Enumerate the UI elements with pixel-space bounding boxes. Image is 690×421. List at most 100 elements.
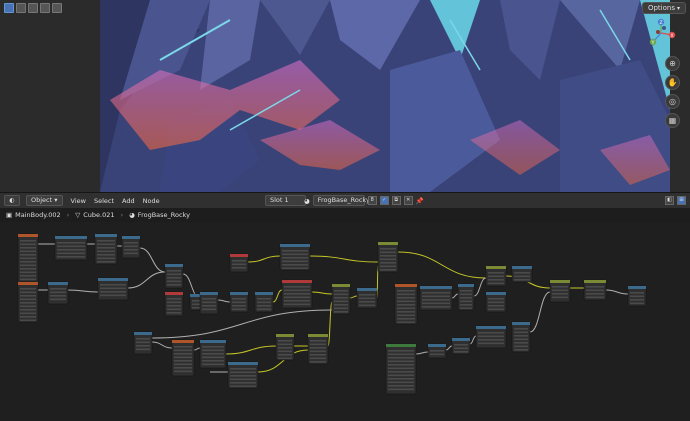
- shader-node[interactable]: [356, 287, 378, 309]
- shader-node[interactable]: [281, 279, 313, 309]
- node-link[interactable]: [225, 345, 277, 355]
- shader-node[interactable]: [94, 233, 118, 265]
- shader-node[interactable]: [54, 235, 88, 261]
- shader-node[interactable]: [485, 265, 507, 287]
- node-link[interactable]: [139, 247, 166, 273]
- shader-node[interactable]: [199, 291, 219, 315]
- shader-node[interactable]: [511, 321, 531, 353]
- shader-node[interactable]: [17, 233, 39, 283]
- shader-node[interactable]: [549, 279, 571, 303]
- shader-node[interactable]: [254, 291, 274, 313]
- navigation-gizmo[interactable]: Z X Y: [646, 18, 676, 48]
- material-slot-dropdown[interactable]: Slot 1: [265, 195, 306, 206]
- breadcrumb-material: ◕ FrogBase_Rocky: [129, 211, 190, 219]
- node-graph[interactable]: [0, 222, 690, 421]
- node-link[interactable]: [309, 255, 379, 263]
- mesh-icon: ▽: [75, 211, 81, 219]
- grid-icon[interactable]: ▦: [665, 113, 680, 128]
- node-link[interactable]: [327, 301, 333, 347]
- shader-node[interactable]: [331, 283, 351, 315]
- select-invert-icon[interactable]: [40, 3, 50, 13]
- zoom-icon[interactable]: ⊕: [665, 56, 680, 71]
- breadcrumb: ▣ MainBody.002 › ▽ Cube.021 › ◕ FrogBase_Ro…: [0, 208, 690, 222]
- shader-node[interactable]: [419, 285, 453, 311]
- node-link[interactable]: [311, 291, 333, 295]
- viewport-navigation: ⊕ ✋ ◎ ▦: [665, 56, 680, 128]
- 3d-viewport[interactable]: Options ▾ Z X Y ⊕ ✋ ◎ ▦: [0, 0, 690, 192]
- node-editor-icon[interactable]: ◐: [4, 195, 20, 206]
- menu-view[interactable]: View: [71, 197, 86, 205]
- shader-node[interactable]: [199, 339, 227, 369]
- shader-node[interactable]: [427, 343, 447, 359]
- shader-node[interactable]: [377, 241, 399, 273]
- node-link[interactable]: [605, 289, 629, 295]
- shader-node[interactable]: [47, 281, 69, 305]
- node-link[interactable]: [193, 347, 201, 351]
- shader-node[interactable]: [385, 343, 417, 395]
- shader-node[interactable]: [164, 291, 184, 317]
- fake-user-shield-icon[interactable]: ✓: [379, 196, 389, 205]
- select-subtract-icon[interactable]: [28, 3, 38, 13]
- shader-node[interactable]: [17, 281, 39, 323]
- shader-node[interactable]: [307, 333, 329, 365]
- camera-icon[interactable]: ◎: [665, 94, 680, 109]
- hand-icon[interactable]: ✋: [665, 75, 680, 90]
- material-sphere-icon[interactable]: ◕: [304, 197, 310, 205]
- shader-node[interactable]: [475, 325, 507, 349]
- select-extend-icon[interactable]: [16, 3, 26, 13]
- menu-select[interactable]: Select: [94, 197, 114, 205]
- gizmo-y-label: Y: [651, 40, 655, 46]
- node-link[interactable]: [151, 341, 173, 349]
- node-link[interactable]: [67, 289, 99, 293]
- shader-node[interactable]: [164, 263, 184, 289]
- shader-node[interactable]: [485, 291, 507, 313]
- node-link[interactable]: [469, 335, 477, 345]
- menu-add[interactable]: Add: [122, 197, 135, 205]
- overlay-icon[interactable]: ◧: [665, 196, 674, 205]
- chevron-down-icon: ▾: [54, 196, 58, 204]
- shader-node[interactable]: [511, 265, 533, 283]
- node-link[interactable]: [415, 351, 429, 355]
- material-name-field[interactable]: FrogBase_Rocky: [312, 195, 370, 206]
- shader-node[interactable]: [97, 277, 129, 301]
- shader-node[interactable]: [394, 283, 418, 325]
- shader-node[interactable]: [229, 253, 249, 273]
- shader-node[interactable]: [227, 361, 259, 389]
- chevron-right-icon: ›: [120, 211, 124, 219]
- node-link[interactable]: [397, 251, 487, 279]
- shader-node[interactable]: [451, 337, 471, 355]
- node-link[interactable]: [451, 293, 459, 299]
- options-button[interactable]: Options ▾: [641, 2, 686, 14]
- object-shader-dropdown[interactable]: Object ▾: [26, 195, 63, 206]
- shader-node[interactable]: [133, 331, 153, 355]
- node-link[interactable]: [272, 289, 283, 303]
- shader-node[interactable]: [627, 285, 647, 307]
- node-link[interactable]: [127, 271, 166, 289]
- duplicate-material-icon[interactable]: ⧉: [391, 196, 401, 205]
- pin-icon[interactable]: 📌: [416, 197, 424, 205]
- select-box-icon[interactable]: [4, 3, 14, 13]
- shader-node[interactable]: [457, 283, 475, 311]
- select-intersect-icon[interactable]: [52, 3, 62, 13]
- unlink-material-icon[interactable]: ✕: [403, 196, 413, 205]
- node-link[interactable]: [217, 299, 231, 303]
- node-link[interactable]: [473, 277, 487, 297]
- shader-node[interactable]: [121, 235, 141, 259]
- object-label: Object: [31, 196, 53, 204]
- snap-icon[interactable]: ⊞: [677, 196, 686, 205]
- node-link[interactable]: [247, 255, 281, 263]
- shader-node[interactable]: [279, 243, 311, 271]
- shader-node[interactable]: [583, 279, 607, 301]
- node-link[interactable]: [349, 295, 358, 299]
- node-link[interactable]: [445, 345, 453, 351]
- material-users-count[interactable]: 8: [367, 196, 377, 205]
- material-selector: ◕ FrogBase_Rocky 8 ✓ ⧉ ✕ 📌: [304, 195, 424, 206]
- shader-node[interactable]: [229, 291, 249, 313]
- shader-node[interactable]: [171, 339, 195, 377]
- node-editor-canvas[interactable]: [0, 222, 690, 421]
- rendered-crystal-scene: [0, 0, 690, 192]
- menu-node[interactable]: Node: [143, 197, 160, 205]
- gizmo-x-label: X: [670, 33, 673, 39]
- node-link[interactable]: [529, 291, 551, 333]
- shader-node[interactable]: [275, 333, 295, 361]
